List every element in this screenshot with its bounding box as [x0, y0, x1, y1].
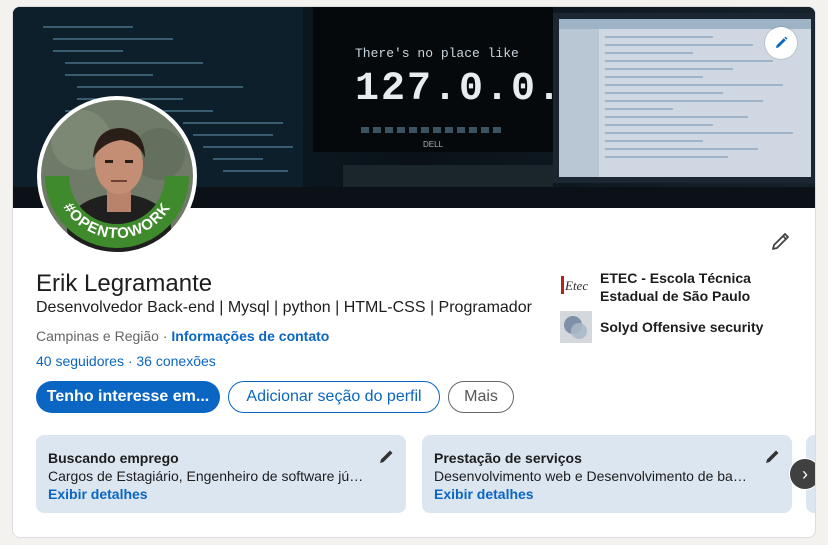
- followers-link[interactable]: 40 seguidores: [36, 353, 124, 369]
- profile-headline: Desenvolvedor Back-end | Mysql | python …: [36, 299, 532, 316]
- experience-name: Solyd Offensive security: [600, 319, 764, 335]
- pencil-icon: [776, 36, 788, 48]
- profile-card: There's no place like 127.0.0.1 DELL #OP…: [12, 6, 816, 538]
- experience-item-solyd[interactable]: Solyd Offensive security: [560, 311, 800, 343]
- avatar-photo: #OPENTOWORK: [41, 100, 193, 252]
- monitor-brand: DELL: [423, 140, 444, 149]
- etec-logo-icon: Etec: [561, 276, 588, 294]
- profile-location: Campinas e Região: [36, 328, 159, 344]
- solyd-logo: [560, 311, 592, 343]
- etec-logo: Etec: [560, 269, 592, 301]
- pencil-icon[interactable]: [764, 447, 782, 465]
- add-profile-section-button[interactable]: Adicionar seção do perfil: [228, 381, 440, 413]
- etec-logo-text: Etec: [564, 278, 588, 293]
- experience-item-etec[interactable]: Etec ETEC - Escola Técnica Estadual de S…: [560, 269, 800, 305]
- open-to-work-panel[interactable]: Buscando emprego Cargos de Estagiário, E…: [36, 435, 406, 513]
- pencil-icon[interactable]: [378, 447, 396, 465]
- profile-avatar-button[interactable]: #OPENTOWORK: [37, 96, 197, 256]
- more-button[interactable]: Mais: [448, 381, 514, 413]
- banner-text-line1: There's no place like: [355, 46, 519, 61]
- open-to-panels: Buscando emprego Cargos de Estagiário, E…: [36, 435, 792, 513]
- location-line: Campinas e Região · Informações de conta…: [36, 328, 329, 344]
- chevron-right-icon[interactable]: ›: [789, 458, 815, 490]
- location-separator: ·: [158, 328, 172, 344]
- providing-services-panel[interactable]: Prestação de serviços Desenvolvimento we…: [422, 435, 792, 513]
- network-line: 40 seguidores · 36 conexões: [36, 353, 216, 369]
- contact-info-link[interactable]: Informações de contato: [171, 328, 329, 344]
- show-details-link[interactable]: Exibir detalhes: [48, 485, 394, 503]
- edit-intro-button[interactable]: [767, 227, 795, 255]
- show-details-link[interactable]: Exibir detalhes: [434, 485, 780, 503]
- connections-link[interactable]: · 36 conexões: [128, 353, 216, 369]
- panel-description: Cargos de Estagiário, Engenheiro de soft…: [48, 468, 368, 484]
- avatar: #OPENTOWORK: [41, 100, 193, 252]
- open-to-button[interactable]: Tenho interesse em...: [36, 381, 220, 413]
- experience-name: ETEC - Escola Técnica Estadual de São Pa…: [600, 270, 751, 304]
- panel-description: Desenvolvimento web e Desenvolvimento de…: [434, 468, 754, 484]
- profile-actions: Tenho interesse em... Adicionar seção do…: [36, 381, 514, 413]
- edit-banner-button[interactable]: [765, 27, 797, 59]
- solyd-logo-icon: [564, 316, 587, 339]
- profile-name: Erik Legramante: [36, 270, 213, 297]
- panel-title: Prestação de serviços: [434, 450, 582, 466]
- panel-title: Buscando emprego: [48, 450, 179, 466]
- pencil-icon: [772, 233, 789, 250]
